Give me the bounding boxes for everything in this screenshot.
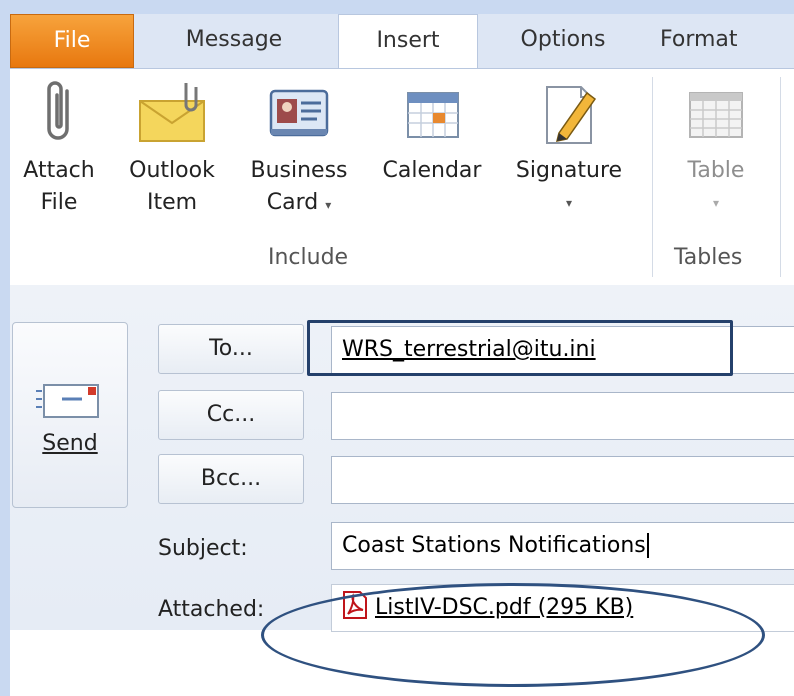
- subject-text: Coast Stations Notifications: [342, 533, 646, 558]
- cc-button[interactable]: Cc...: [158, 390, 304, 440]
- business-card-label-2: Card: [266, 190, 319, 215]
- table-icon: [689, 92, 743, 138]
- business-card-label-1: Business: [250, 158, 348, 183]
- bcc-button[interactable]: Bcc...: [158, 454, 304, 504]
- to-button[interactable]: To...: [158, 324, 304, 374]
- calendar-icon: [407, 92, 459, 138]
- table-dropdown-icon[interactable]: ▾: [664, 187, 768, 219]
- bcc-field[interactable]: [331, 456, 794, 504]
- ribbon-insert: Attach File Outlook Item Business Card ▾: [10, 68, 794, 286]
- attached-label: Attached:: [158, 597, 265, 622]
- outlook-item-label-1: Outlook: [129, 158, 215, 183]
- tab-format[interactable]: Format: [660, 14, 794, 68]
- attach-file-button[interactable]: Attach File: [10, 77, 108, 219]
- send-envelope-icon: [36, 384, 99, 418]
- attach-file-label-2: File: [40, 190, 78, 215]
- signature-label: Signature: [515, 158, 623, 183]
- send-label: Send: [42, 431, 98, 456]
- business-card-button[interactable]: Business Card ▾: [238, 77, 360, 221]
- business-card-icon: [269, 89, 329, 137]
- outlook-item-label-2: Item: [146, 190, 198, 215]
- business-card-dropdown-icon[interactable]: ▾: [325, 198, 331, 212]
- group-label-tables: Tables: [674, 245, 743, 270]
- tab-message[interactable]: Message: [134, 14, 334, 68]
- attach-file-label-1: Attach: [23, 158, 95, 183]
- text-cursor: [646, 533, 649, 558]
- outlook-item-button[interactable]: Outlook Item: [114, 77, 230, 219]
- tab-options[interactable]: Options: [488, 14, 638, 68]
- send-button[interactable]: Send: [12, 322, 128, 508]
- to-field-highlight-box: [307, 320, 733, 376]
- subject-field[interactable]: Coast Stations Notifications: [331, 522, 794, 570]
- table-button[interactable]: Table ▾: [664, 77, 768, 219]
- signature-button[interactable]: Signature ▾: [502, 77, 636, 219]
- envelope-icon: [139, 83, 205, 142]
- group-separator: [780, 77, 781, 277]
- paperclip-icon: [47, 81, 69, 140]
- signature-icon: [546, 86, 597, 144]
- group-label-include: Include: [268, 245, 349, 270]
- attachment-annotation-ellipse: [261, 583, 765, 687]
- signature-dropdown-icon[interactable]: ▾: [502, 187, 636, 219]
- group-separator: [652, 77, 653, 277]
- calendar-button[interactable]: Calendar: [370, 77, 494, 187]
- table-label: Table: [687, 158, 745, 183]
- ribbon-tab-bar: File Message Insert Options Format: [10, 14, 794, 70]
- tab-file[interactable]: File: [10, 14, 134, 68]
- calendar-label: Calendar: [382, 158, 482, 183]
- cc-field[interactable]: [331, 392, 794, 440]
- tab-insert[interactable]: Insert: [338, 14, 478, 70]
- subject-label: Subject:: [158, 536, 248, 561]
